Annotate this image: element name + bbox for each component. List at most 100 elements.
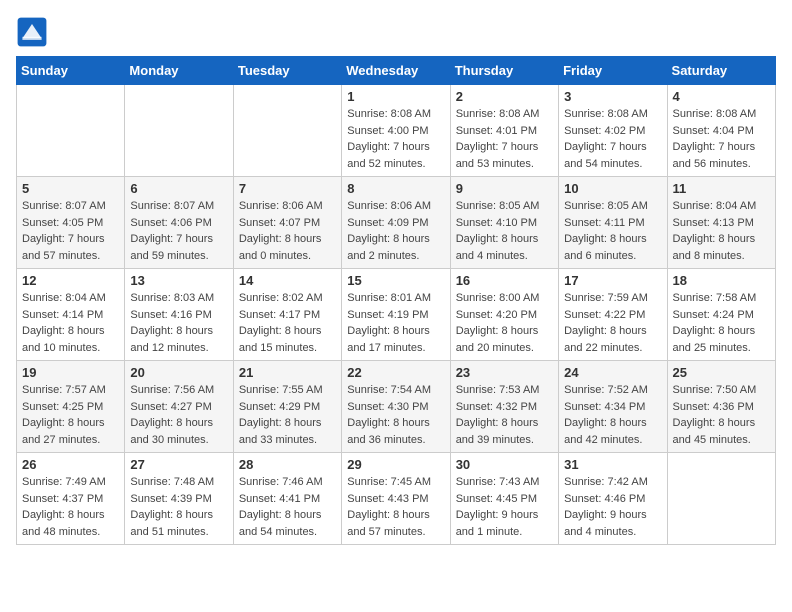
day-number: 6 [130, 181, 227, 196]
day-info: Sunrise: 7:50 AM Sunset: 4:36 PM Dayligh… [673, 382, 770, 448]
day-number: 22 [347, 365, 444, 380]
calendar-cell: 6 Sunrise: 8:07 AM Sunset: 4:06 PM Daylig… [125, 177, 233, 269]
day-number: 30 [456, 457, 553, 472]
day-number: 14 [239, 273, 336, 288]
calendar-cell [233, 85, 341, 177]
day-info: Sunrise: 8:06 AM Sunset: 4:07 PM Dayligh… [239, 198, 336, 264]
day-info: Sunrise: 7:54 AM Sunset: 4:30 PM Dayligh… [347, 382, 444, 448]
day-info: Sunrise: 8:03 AM Sunset: 4:16 PM Dayligh… [130, 290, 227, 356]
calendar-cell: 14 Sunrise: 8:02 AM Sunset: 4:17 PM Dayli… [233, 269, 341, 361]
day-number: 15 [347, 273, 444, 288]
calendar-cell: 1 Sunrise: 8:08 AM Sunset: 4:00 PM Daylig… [342, 85, 450, 177]
day-info: Sunrise: 8:04 AM Sunset: 4:14 PM Dayligh… [22, 290, 119, 356]
calendar-cell [125, 85, 233, 177]
day-info: Sunrise: 7:49 AM Sunset: 4:37 PM Dayligh… [22, 474, 119, 540]
day-number: 9 [456, 181, 553, 196]
weekday-header-saturday: Saturday [667, 57, 775, 85]
day-number: 25 [673, 365, 770, 380]
calendar-cell: 30 Sunrise: 7:43 AM Sunset: 4:45 PM Dayli… [450, 453, 558, 545]
calendar-cell: 29 Sunrise: 7:45 AM Sunset: 4:43 PM Dayli… [342, 453, 450, 545]
day-number: 21 [239, 365, 336, 380]
calendar-cell: 5 Sunrise: 8:07 AM Sunset: 4:05 PM Daylig… [17, 177, 125, 269]
day-number: 5 [22, 181, 119, 196]
day-number: 27 [130, 457, 227, 472]
calendar-cell: 25 Sunrise: 7:50 AM Sunset: 4:36 PM Dayli… [667, 361, 775, 453]
day-info: Sunrise: 8:07 AM Sunset: 4:05 PM Dayligh… [22, 198, 119, 264]
day-number: 16 [456, 273, 553, 288]
day-info: Sunrise: 7:43 AM Sunset: 4:45 PM Dayligh… [456, 474, 553, 540]
day-number: 20 [130, 365, 227, 380]
day-number: 10 [564, 181, 661, 196]
weekday-header-thursday: Thursday [450, 57, 558, 85]
day-info: Sunrise: 7:46 AM Sunset: 4:41 PM Dayligh… [239, 474, 336, 540]
day-info: Sunrise: 8:07 AM Sunset: 4:06 PM Dayligh… [130, 198, 227, 264]
calendar-cell [667, 453, 775, 545]
day-number: 3 [564, 89, 661, 104]
day-number: 4 [673, 89, 770, 104]
day-info: Sunrise: 7:42 AM Sunset: 4:46 PM Dayligh… [564, 474, 661, 540]
calendar-cell: 4 Sunrise: 8:08 AM Sunset: 4:04 PM Daylig… [667, 85, 775, 177]
day-info: Sunrise: 8:04 AM Sunset: 4:13 PM Dayligh… [673, 198, 770, 264]
calendar-cell: 28 Sunrise: 7:46 AM Sunset: 4:41 PM Dayli… [233, 453, 341, 545]
day-info: Sunrise: 8:05 AM Sunset: 4:11 PM Dayligh… [564, 198, 661, 264]
day-number: 8 [347, 181, 444, 196]
day-info: Sunrise: 7:59 AM Sunset: 4:22 PM Dayligh… [564, 290, 661, 356]
day-number: 18 [673, 273, 770, 288]
day-number: 17 [564, 273, 661, 288]
day-number: 29 [347, 457, 444, 472]
day-info: Sunrise: 8:06 AM Sunset: 4:09 PM Dayligh… [347, 198, 444, 264]
day-number: 11 [673, 181, 770, 196]
day-info: Sunrise: 7:55 AM Sunset: 4:29 PM Dayligh… [239, 382, 336, 448]
calendar-cell: 20 Sunrise: 7:56 AM Sunset: 4:27 PM Dayli… [125, 361, 233, 453]
calendar-cell: 15 Sunrise: 8:01 AM Sunset: 4:19 PM Dayli… [342, 269, 450, 361]
calendar-table: SundayMondayTuesdayWednesdayThursdayFrid… [16, 56, 776, 545]
calendar-cell: 19 Sunrise: 7:57 AM Sunset: 4:25 PM Dayli… [17, 361, 125, 453]
calendar-cell: 13 Sunrise: 8:03 AM Sunset: 4:16 PM Dayli… [125, 269, 233, 361]
day-info: Sunrise: 7:45 AM Sunset: 4:43 PM Dayligh… [347, 474, 444, 540]
day-number: 24 [564, 365, 661, 380]
weekday-header-monday: Monday [125, 57, 233, 85]
day-number: 23 [456, 365, 553, 380]
day-info: Sunrise: 8:08 AM Sunset: 4:04 PM Dayligh… [673, 106, 770, 172]
calendar-cell: 3 Sunrise: 8:08 AM Sunset: 4:02 PM Daylig… [559, 85, 667, 177]
calendar-cell: 31Sunrise: 7:42 AM Sunset: 4:46 PM Dayli… [559, 453, 667, 545]
day-number: 28 [239, 457, 336, 472]
day-info: Sunrise: 7:56 AM Sunset: 4:27 PM Dayligh… [130, 382, 227, 448]
day-info: Sunrise: 7:48 AM Sunset: 4:39 PM Dayligh… [130, 474, 227, 540]
day-number: 19 [22, 365, 119, 380]
calendar-cell: 7 Sunrise: 8:06 AM Sunset: 4:07 PM Daylig… [233, 177, 341, 269]
weekday-header-friday: Friday [559, 57, 667, 85]
weekday-header-tuesday: Tuesday [233, 57, 341, 85]
day-info: Sunrise: 8:02 AM Sunset: 4:17 PM Dayligh… [239, 290, 336, 356]
calendar-cell: 12 Sunrise: 8:04 AM Sunset: 4:14 PM Dayli… [17, 269, 125, 361]
calendar-cell: 8 Sunrise: 8:06 AM Sunset: 4:09 PM Daylig… [342, 177, 450, 269]
calendar-cell: 11 Sunrise: 8:04 AM Sunset: 4:13 PM Dayli… [667, 177, 775, 269]
day-number: 12 [22, 273, 119, 288]
calendar-cell: 16 Sunrise: 8:00 AM Sunset: 4:20 PM Dayli… [450, 269, 558, 361]
day-number: 13 [130, 273, 227, 288]
weekday-header-wednesday: Wednesday [342, 57, 450, 85]
calendar-cell: 23Sunrise: 7:53 AM Sunset: 4:32 PM Dayli… [450, 361, 558, 453]
day-info: Sunrise: 8:08 AM Sunset: 4:02 PM Dayligh… [564, 106, 661, 172]
calendar-cell: 18 Sunrise: 7:58 AM Sunset: 4:24 PM Dayli… [667, 269, 775, 361]
day-number: 1 [347, 89, 444, 104]
calendar-cell: 22 Sunrise: 7:54 AM Sunset: 4:30 PM Dayli… [342, 361, 450, 453]
calendar-cell: 24 Sunrise: 7:52 AM Sunset: 4:34 PM Dayli… [559, 361, 667, 453]
day-info: Sunrise: 8:05 AM Sunset: 4:10 PM Dayligh… [456, 198, 553, 264]
calendar-cell: 9 Sunrise: 8:05 AM Sunset: 4:10 PM Daylig… [450, 177, 558, 269]
calendar-cell: 26 Sunrise: 7:49 AM Sunset: 4:37 PM Dayli… [17, 453, 125, 545]
day-info: Sunrise: 7:52 AM Sunset: 4:34 PM Dayligh… [564, 382, 661, 448]
day-info: Sunrise: 8:01 AM Sunset: 4:19 PM Dayligh… [347, 290, 444, 356]
day-number: 26 [22, 457, 119, 472]
day-number: 7 [239, 181, 336, 196]
calendar-cell: 17 Sunrise: 7:59 AM Sunset: 4:22 PM Dayli… [559, 269, 667, 361]
day-info: Sunrise: 7:58 AM Sunset: 4:24 PM Dayligh… [673, 290, 770, 356]
logo-icon [16, 16, 48, 48]
day-info: Sunrise: 7:57 AM Sunset: 4:25 PM Dayligh… [22, 382, 119, 448]
day-number: 2 [456, 89, 553, 104]
day-info: Sunrise: 8:00 AM Sunset: 4:20 PM Dayligh… [456, 290, 553, 356]
day-info: Sunrise: 8:08 AM Sunset: 4:01 PM Dayligh… [456, 106, 553, 172]
logo [16, 16, 52, 48]
calendar-cell: 10 Sunrise: 8:05 AM Sunset: 4:11 PM Dayli… [559, 177, 667, 269]
day-info: Sunrise: 8:08 AM Sunset: 4:00 PM Dayligh… [347, 106, 444, 172]
